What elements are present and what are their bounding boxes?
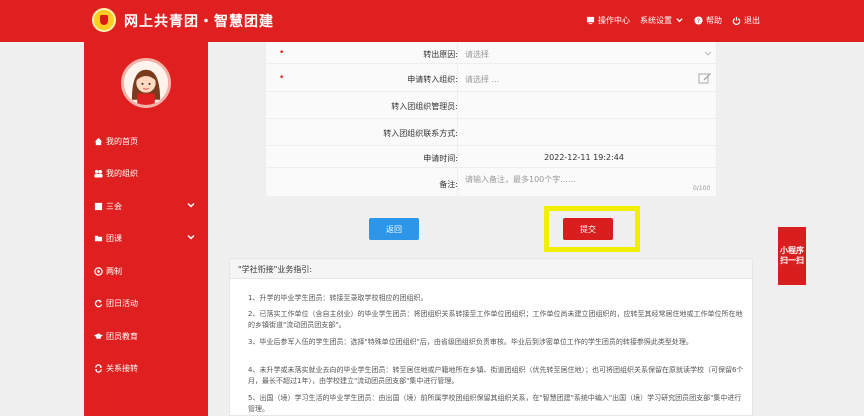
back-button[interactable]: 返回 <box>369 218 419 240</box>
group-icon <box>94 169 103 178</box>
sidebar-item-label: 三会 <box>106 201 122 211</box>
monitor-icon <box>586 16 595 25</box>
transfer-form: • 转出原因: 请选择 • 申请转入组织: 请选择 ... 转入团组织管理员: … <box>265 42 718 196</box>
top-nav: 操作中心 系统设置 ? 帮助 退出 <box>576 15 760 26</box>
mini-program-scan-tab[interactable]: 小程序扫一扫 <box>778 227 806 285</box>
guide-paragraph: 5、出国（境）学习生活的毕业学生团员：由出国（境）前所属学校团组织保留其组织关系… <box>248 394 742 413</box>
system-settings-label: 系统设置 <box>640 16 672 25</box>
transfer-reason-select[interactable]: 请选择 <box>465 49 489 60</box>
target-admin-row: 转入团组织管理员: <box>266 92 718 119</box>
remark-textarea[interactable]: 请输入备注，最多100个字...... <box>465 174 576 185</box>
chevron-down-icon <box>676 18 683 23</box>
user-avatar-icon <box>124 61 168 105</box>
target-org-row: • 申请转入组织: 请选择 ... <box>266 64 718 92</box>
system-settings-menu[interactable]: 系统设置 <box>640 15 684 26</box>
home-icon <box>94 137 103 145</box>
target-org-select[interactable]: 请选择 ... <box>465 74 499 85</box>
sidebar-item-two-systems[interactable]: 两制 <box>84 262 208 280</box>
sidebar-item-member-education[interactable]: 团员教育 <box>84 327 208 345</box>
apply-time-row: 申请时间: 2022-12-11 19:2:44 <box>266 146 718 168</box>
submit-button[interactable]: 提交 <box>563 218 613 240</box>
sidebar-item-home[interactable]: 我的首页 <box>84 132 208 150</box>
business-guide-panel: "学社衔接"业务指引: 1、升学的毕业学生团员：转接至录取学校相应的团组织。 2… <box>229 258 753 416</box>
folder-icon <box>94 235 103 241</box>
guide-paragraph: 4、未升学或未落实就业去向的毕业学生团员：转至居住地或户籍地所在乡镇、街道团组织… <box>248 366 744 385</box>
guide-paragraph: 1、升学的毕业学生团员：转接至录取学校相应的团组织。 <box>248 294 428 302</box>
chevron-down-icon <box>187 234 195 240</box>
help-link[interactable]: ? 帮助 <box>694 15 722 26</box>
target-admin-label: 转入团组织管理员: <box>391 102 458 111</box>
sidebar-item-three-meetings[interactable]: 三会 <box>84 197 208 215</box>
help-label: 帮助 <box>706 16 722 25</box>
guide-paragraph: 3、毕业后参军入伍的学生团员：选择"特殊单位团组织"后，由省级团组织负责审核。毕… <box>248 338 693 346</box>
help-icon: ? <box>694 16 703 25</box>
sidebar-item-label: 两制 <box>106 266 122 276</box>
sidebar-item-label: 团日活动 <box>106 298 138 308</box>
remark-char-counter: 0/100 <box>693 185 711 192</box>
sidebar-item-league-day[interactable]: 团日活动 <box>84 294 208 312</box>
chevron-down-icon <box>704 51 712 56</box>
target-contact-row: 转入团组织联系方式: <box>266 119 718 146</box>
target-org-label: 申请转入组织: <box>407 75 458 84</box>
app-title: 网上共青团・智慧团建 <box>124 14 274 30</box>
refresh-icon <box>94 299 103 307</box>
square-icon <box>94 202 103 210</box>
remark-label: 备注: <box>439 180 458 189</box>
sidebar-item-league-class[interactable]: 团课 <box>84 229 208 247</box>
guide-title: "学社衔接"业务指引: <box>230 259 752 279</box>
operation-center-link[interactable]: 操作中心 <box>586 15 630 26</box>
apply-time-label: 申请时间: <box>423 154 458 163</box>
operation-center-label: 操作中心 <box>598 16 630 25</box>
target-icon <box>94 266 103 276</box>
guide-paragraph: 2、已落实工作单位（含自主创业）的毕业学生团员：将团组织关系转接至工作单位团组织… <box>248 310 743 329</box>
required-marker: • <box>279 73 285 83</box>
logout-link[interactable]: 退出 <box>732 15 760 26</box>
sidebar-item-label: 我的首页 <box>106 136 138 146</box>
sidebar-item-my-organization[interactable]: 我的组织 <box>84 164 208 182</box>
svg-text:?: ? <box>697 18 700 25</box>
target-contact-label: 转入团组织联系方式: <box>383 129 458 138</box>
avatar[interactable] <box>121 58 171 108</box>
sidebar-item-label: 关系接转 <box>106 363 138 373</box>
communist-youth-league-logo-icon <box>92 8 116 32</box>
sidebar-item-label: 团员教育 <box>106 331 138 341</box>
top-header: 网上共青团・智慧团建 操作中心 系统设置 ? 帮助 退出 <box>0 0 864 42</box>
remark-row: 备注: 请输入备注，最多100个字...... 0/100 <box>266 168 718 196</box>
sync-icon <box>95 363 102 373</box>
graduation-cap-icon <box>94 332 103 339</box>
edit-icon[interactable] <box>698 71 712 85</box>
required-marker: • <box>279 48 285 58</box>
transfer-reason-row: • 转出原因: 请选择 <box>266 42 718 64</box>
chevron-down-icon <box>187 202 195 208</box>
power-icon <box>732 16 741 25</box>
sidebar-item-relation-transfer[interactable]: 关系接转 <box>84 359 208 377</box>
apply-time-value: 2022-12-11 19:2:44 <box>544 153 624 162</box>
sidebar-item-label: 团课 <box>106 233 122 243</box>
sidebar-item-label: 我的组织 <box>106 168 138 178</box>
logout-label: 退出 <box>744 16 760 25</box>
transfer-reason-label: 转出原因: <box>423 50 458 59</box>
